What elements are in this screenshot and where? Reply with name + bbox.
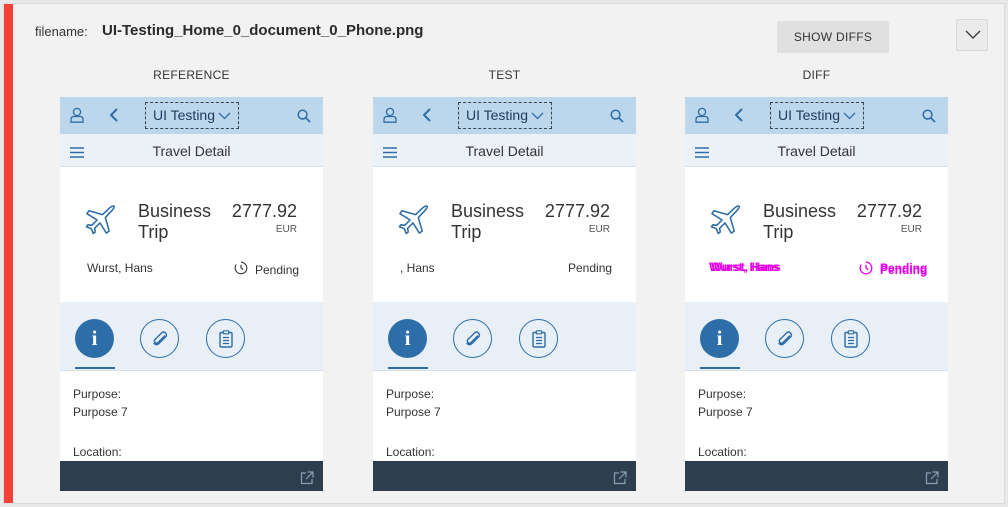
footer-toolbar [685,461,948,491]
page-title: Travel Detail [152,143,231,159]
clipboard-icon [219,330,233,348]
amount: 2777.92 [231,201,297,221]
trip-title-line2: Trip [763,222,794,242]
user-icon[interactable] [70,107,84,123]
share-icon[interactable] [925,471,939,485]
expand-toggle-button[interactable] [956,19,988,51]
tab-attachments[interactable] [140,319,179,358]
paperclip-icon [466,331,481,346]
purpose-value: Purpose 7 [386,405,441,419]
chevron-down-icon [843,112,856,120]
page-title: Travel Detail [465,143,544,159]
tab-info[interactable]: i [388,319,427,358]
purpose-value: Purpose 7 [73,405,128,419]
pending-clock-icon [234,261,248,275]
app-title: UI Testing [466,107,528,123]
test-column-label: TEST [488,68,521,82]
purpose-label: Purpose: [386,387,435,401]
diff-card: filename: UI-Testing_Home_0_document_0_P… [3,3,1005,504]
paperclip-icon [153,331,168,346]
chevron-down-icon [965,30,981,39]
pending-clock-icon-diff [859,261,873,275]
chevron-down-icon [531,112,544,120]
user-icon[interactable] [695,107,709,123]
share-icon[interactable] [613,471,627,485]
sub-header: Travel Detail [373,134,636,167]
icon-tab-bar: i [685,302,948,371]
purpose-label: Purpose: [73,387,122,401]
purpose-label: Purpose: [698,387,747,401]
amount: 2777.92 [544,201,610,221]
tab-notes[interactable] [519,319,558,358]
tab-selected-indicator [700,367,740,369]
page-title: Travel Detail [777,143,856,159]
traveler-name: , Hans [400,261,435,275]
amount: 2777.92 [856,201,922,221]
chevron-down-icon [218,112,231,120]
app-title: UI Testing [153,107,215,123]
tab-selected-indicator [75,367,115,369]
sub-header: Travel Detail [685,134,948,167]
shell-bar: UI Testing [60,97,323,134]
location-label: Location: [73,445,122,459]
shell-bar: UI Testing [373,97,636,134]
footer-toolbar [60,461,323,491]
diff-column-label: DIFF [802,68,831,82]
tab-notes[interactable] [206,319,245,358]
sub-header: Travel Detail [60,134,323,167]
filename-label: filename: [35,24,88,39]
airplane-icon [710,205,741,235]
app-title-menu[interactable]: UI Testing [770,102,864,129]
back-icon[interactable] [734,108,743,122]
reference-screenshot: UI Testing Travel Detail Business Trip 2… [60,97,323,491]
trip-title-line2: Trip [138,222,169,242]
reference-column-label: REFERENCE [153,68,230,82]
airplane-icon [85,205,116,235]
status-text: Pending [255,263,300,277]
clipboard-icon [844,330,858,348]
trip-title-line2: Trip [451,222,482,242]
status-text: Pending [568,261,613,275]
search-icon[interactable] [922,109,936,123]
status-text-diff: Pending [880,261,928,275]
app-title-menu[interactable]: UI Testing [145,102,239,129]
tab-attachments[interactable] [765,319,804,358]
tab-attachments[interactable] [453,319,492,358]
filename-value: UI-Testing_Home_0_document_0_Phone.png [102,22,424,39]
tab-notes[interactable] [831,319,870,358]
footer-toolbar [373,461,636,491]
traveler-name-diff: Wurst, Hans [709,260,779,274]
search-icon[interactable] [297,109,311,123]
info-icon: i [91,326,98,350]
test-screenshot: UI Testing Travel Detail Business Trip 2… [373,97,636,491]
shell-bar: UI Testing [685,97,948,134]
currency: EUR [275,224,297,235]
app-title-menu[interactable]: UI Testing [458,102,552,129]
back-icon[interactable] [109,108,118,122]
clipboard-icon [532,330,546,348]
info-icon: i [716,326,723,350]
back-icon[interactable] [422,108,431,122]
failure-accent-bar [4,4,13,503]
icon-tab-bar: i [373,302,636,371]
share-icon[interactable] [300,471,314,485]
currency: EUR [588,224,610,235]
search-icon[interactable] [610,109,624,123]
tab-info[interactable]: i [75,319,114,358]
show-diffs-button[interactable]: SHOW DIFFS [777,21,889,53]
traveler-name: Wurst, Hans [87,261,153,275]
user-icon[interactable] [383,107,397,123]
diff-screenshot: UI Testing Travel Detail Business Trip 2… [685,97,948,491]
purpose-value: Purpose 7 [698,405,753,419]
location-label: Location: [386,445,435,459]
currency: EUR [900,224,922,235]
tab-selected-indicator [388,367,428,369]
airplane-icon [398,205,429,235]
icon-tab-bar: i [60,302,323,371]
app-title: UI Testing [778,107,840,123]
paperclip-icon [778,331,793,346]
location-label: Location: [698,445,747,459]
tab-info[interactable]: i [700,319,739,358]
info-icon: i [404,326,411,350]
